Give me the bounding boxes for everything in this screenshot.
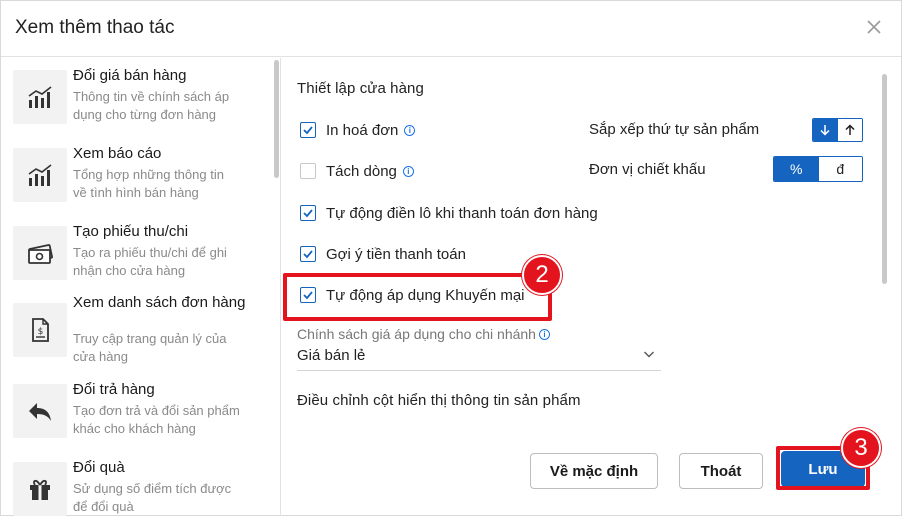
step2-badge: 2: [522, 255, 562, 295]
discount-currency-button[interactable]: đ: [818, 157, 862, 181]
arrow-down-icon: [820, 125, 830, 136]
price-policy-label-text: Chính sách giá áp dụng cho chi nhánh: [297, 326, 536, 342]
bar-chart-icon: [13, 70, 67, 124]
sidebar-item-view-report[interactable]: Xem báo cáo Tổng hợp những thông tin về …: [13, 146, 268, 216]
store-settings-title: Thiết lập cửa hàng: [297, 80, 424, 97]
sidebar-item-return[interactable]: Đổi trả hàng Tạo đơn trả và đổi sản phẩm…: [13, 382, 268, 452]
sidebar-item-desc: nhận cho cửa hàng: [73, 263, 186, 278]
reset-default-button[interactable]: Về mặc định: [530, 453, 658, 489]
sidebar-item-title: Đổi quà: [73, 459, 125, 476]
sort-desc-button[interactable]: [813, 119, 838, 141]
checkbox-label: Tách dòng: [326, 162, 397, 180]
price-policy-select[interactable]: Giá bán lẻ: [297, 344, 661, 371]
sidebar-item-desc: khác cho khách hàng: [73, 421, 196, 436]
checkbox-label: Tự động điền lô khi thanh toán đơn hàng: [326, 204, 598, 222]
checkbox[interactable]: [300, 163, 316, 179]
bar-chart-icon: [13, 148, 67, 202]
sidebar-item-desc: Truy cập trang quản lý của: [73, 331, 227, 346]
sidebar-item-receipt[interactable]: Tạo phiếu thu/chi Tạo ra phiếu thu/chi đ…: [13, 224, 268, 294]
invoice-icon: $: [13, 303, 67, 357]
chevron-down-icon: [644, 351, 654, 358]
sidebar-item-desc: Thông tin về chính sách áp: [73, 89, 230, 104]
svg-text:$: $: [38, 327, 44, 337]
columns-settings-title: Điều chỉnh cột hiển thị thông tin sản ph…: [297, 392, 581, 409]
price-policy-label: Chính sách giá áp dụng cho chi nhánh i: [297, 326, 550, 342]
sidebar-item-title: Xem báo cáo: [73, 145, 162, 162]
sidebar-item-desc: để đổi quà: [73, 499, 134, 514]
discount-unit-toggle: % đ: [773, 156, 863, 182]
checkbox[interactable]: [300, 122, 316, 138]
sidebar-item-desc: Tổng hợp những thông tin: [73, 167, 224, 182]
discount-percent-button[interactable]: %: [774, 157, 819, 181]
checkbox-label: Gợi ý tiền thanh toán: [326, 245, 466, 263]
step3-badge: 3: [841, 428, 881, 468]
sidebar-item-desc: Tạo đơn trả và đổi sản phẩm: [73, 403, 240, 418]
dialog-title: Xem thêm thao tác: [15, 17, 175, 38]
step2-highlight: [283, 273, 552, 321]
reply-arrow-icon: [13, 384, 67, 438]
sidebar-item-title: Đổi giá bán hàng: [73, 67, 187, 84]
close-icon[interactable]: [863, 16, 885, 38]
checkbox-print-invoice[interactable]: In hoá đơn i: [300, 120, 416, 140]
checkbox[interactable]: [300, 246, 316, 262]
actions-sidebar: Đổi giá bán hàng Thông tin về chính sách…: [1, 58, 281, 516]
checkbox-label: In hoá đơn: [326, 121, 399, 139]
sort-asc-button[interactable]: [837, 119, 862, 141]
arrow-up-icon: [845, 124, 855, 135]
sidebar-item-order-list[interactable]: $ Xem danh sách đơn hàng Truy cập trang …: [13, 295, 268, 375]
info-icon[interactable]: i: [404, 124, 416, 136]
settings-panel: Thiết lập cửa hàng In hoá đơn i Tách dòn…: [282, 58, 902, 516]
sidebar-item-desc: Sử dụng số điểm tích được: [73, 481, 232, 496]
sort-order-label: Sắp xếp thứ tự sản phẩm: [589, 121, 760, 138]
price-policy-value: Giá bán lẻ: [297, 347, 366, 364]
money-icon: [13, 226, 67, 280]
sidebar-item-gift[interactable]: Đổi quà Sử dụng số điểm tích được để đổi…: [13, 460, 268, 516]
settings-scrollbar[interactable]: [882, 74, 887, 284]
exit-button[interactable]: Thoát: [679, 453, 763, 489]
discount-unit-label: Đơn vị chiết khấu: [589, 161, 706, 178]
sort-order-toggle: [812, 118, 863, 142]
more-actions-dialog: Xem thêm thao tác Đổi giá bán hàng Thông…: [0, 0, 902, 516]
checkbox-suggest-payment[interactable]: Gợi ý tiền thanh toán: [300, 244, 466, 264]
sidebar-item-change-price[interactable]: Đổi giá bán hàng Thông tin về chính sách…: [13, 68, 268, 138]
sidebar-item-desc: về tình hình bán hàng: [73, 185, 199, 200]
sidebar-scrollbar[interactable]: [274, 60, 279, 178]
checkbox[interactable]: [300, 205, 316, 221]
sidebar-item-title: Xem danh sách đơn hàng: [73, 294, 246, 311]
info-icon[interactable]: i: [538, 328, 550, 340]
checkbox-auto-fill-lot[interactable]: Tự động điền lô khi thanh toán đơn hàng: [300, 203, 598, 223]
checkbox-split-line[interactable]: Tách dòng i: [300, 161, 414, 181]
gift-icon: [13, 462, 67, 516]
sidebar-item-desc: dụng cho từng đơn hàng: [73, 107, 217, 122]
sidebar-item-title: Đổi trả hàng: [73, 381, 155, 398]
dialog-header: Xem thêm thao tác: [1, 1, 901, 57]
sidebar-item-title: Tạo phiếu thu/chi: [73, 223, 189, 240]
info-icon[interactable]: i: [402, 165, 414, 177]
sidebar-item-desc: cửa hàng: [73, 349, 128, 364]
sidebar-item-desc: Tạo ra phiếu thu/chi để ghi: [73, 245, 227, 260]
